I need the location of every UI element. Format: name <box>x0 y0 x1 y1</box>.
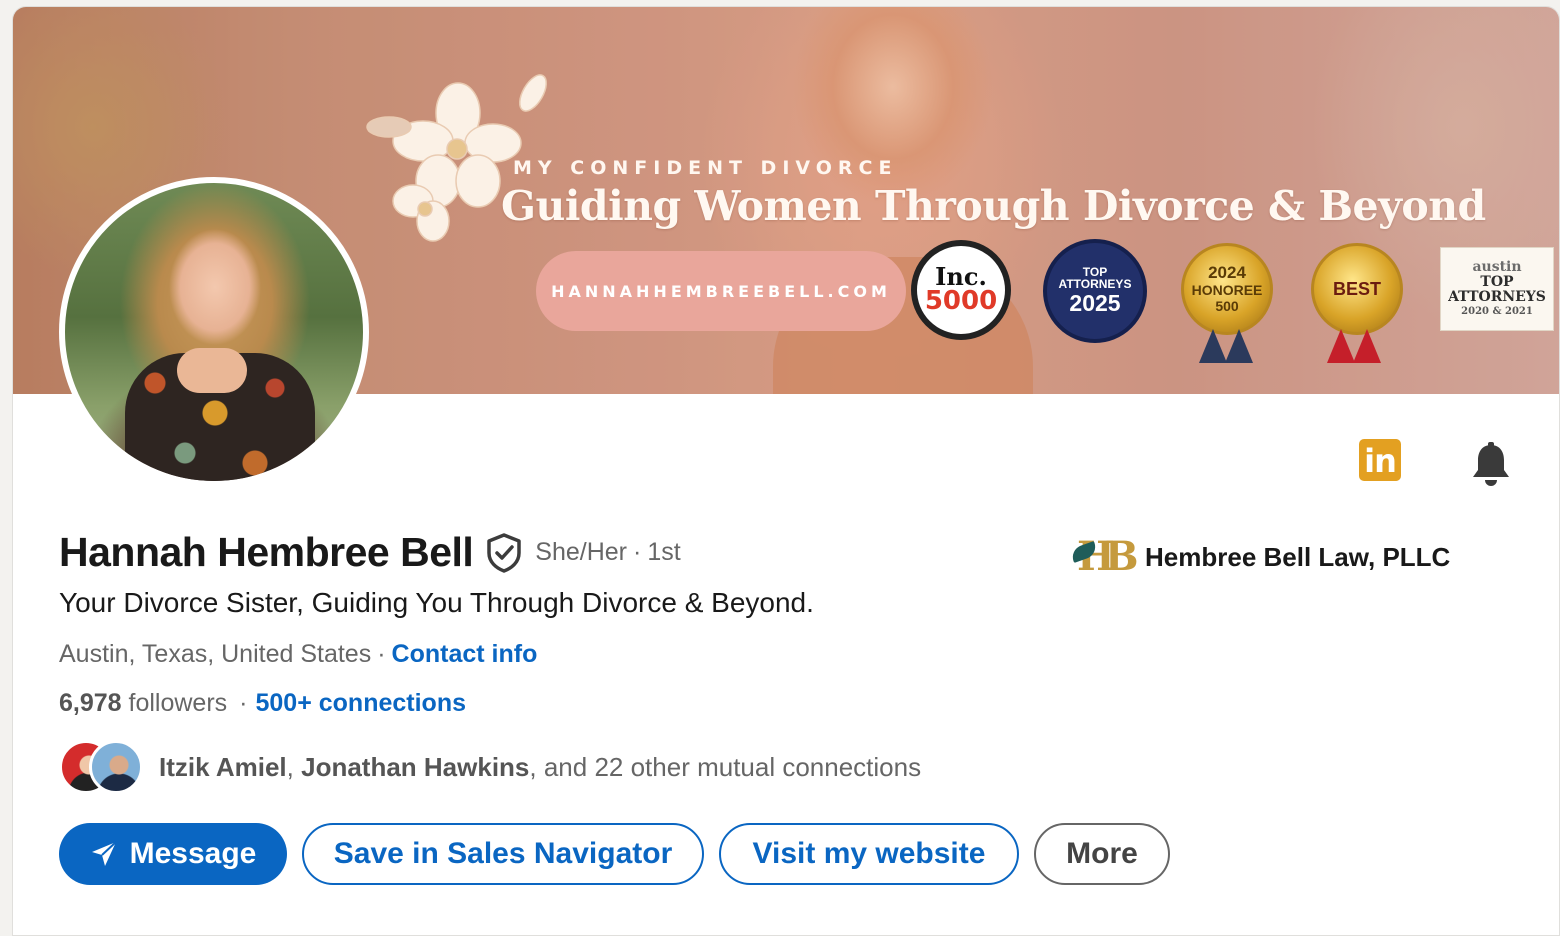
honoree-ribbon-2 <box>1225 329 1253 363</box>
profile-headline: Your Divorce Sister, Guiding You Through… <box>59 587 814 618</box>
profile-name: Hannah Hembree Bell <box>59 529 474 575</box>
message-button[interactable]: Message <box>59 823 287 885</box>
company-logo: HB <box>1069 533 1139 580</box>
inc-badge-line2: 5000 <box>924 286 998 316</box>
banner-title: Guiding Women Through Divorce & Beyond <box>501 182 1486 230</box>
profile-avatar[interactable] <box>59 177 369 487</box>
visit-website-button[interactable]: Visit my website <box>719 823 1019 885</box>
honoree-badge-label: HONOREE <box>1191 282 1263 298</box>
followers-count: 6,978 <box>59 689 122 717</box>
degree-separator: · <box>633 538 642 566</box>
best-ribbon <box>1327 329 1355 363</box>
austin-top-attorneys-badge: austin TOP ATTORNEYS 2020 & 2021 <box>1440 247 1554 331</box>
save-in-sales-navigator-button[interactable]: Save in Sales Navigator <box>302 823 704 885</box>
mutual-connections-row[interactable]: Itzik Amiel, Jonathan Hawkins, and 22 ot… <box>59 740 921 794</box>
top-badge-year: 2025 <box>1069 290 1121 316</box>
stats-separator: · <box>239 689 248 717</box>
mutual-avatars <box>59 740 147 794</box>
message-button-label: Message <box>129 837 257 870</box>
honoree-2024-badge: 2024 HONOREE 500 <box>1181 243 1273 335</box>
austin-badge-line2: TOP <box>1480 274 1514 290</box>
more-button[interactable]: More <box>1034 823 1170 885</box>
mutual-name-1: Itzik Amiel <box>159 751 287 782</box>
top-badge-line2: ATTORNEYS <box>1058 277 1132 291</box>
name-row: Hannah Hembree Bell She/Her · 1st <box>59 529 681 576</box>
send-icon <box>91 841 117 866</box>
profile-pronouns: She/Her <box>535 538 628 566</box>
best-badge-label: BEST <box>1332 279 1381 299</box>
banner-url-pill: HANNAHHEMBREEBELL.COM <box>536 251 906 331</box>
best-ribbon-2 <box>1353 329 1381 363</box>
inc-badge-line1: Inc. <box>935 262 987 291</box>
honoree-badge-sub: 500 <box>1215 298 1239 314</box>
austin-badge-line3: ATTORNEYS <box>1448 289 1546 305</box>
mutual-name-2: Jonathan Hawkins <box>301 751 530 782</box>
followers-label: followers <box>128 689 228 717</box>
best-lawyers-badge: BEST <box>1311 243 1403 335</box>
profile-location: Austin, Texas, United States <box>59 640 372 668</box>
verified-shield-icon[interactable] <box>485 532 523 573</box>
location-separator: · <box>377 640 386 668</box>
contact-info-link[interactable]: Contact info <box>392 640 538 668</box>
profile-card: MY CONFIDENT DIVORCE Guiding Women Throu… <box>12 6 1560 936</box>
top-attorneys-2025-badge: TOP ATTORNEYS 2025 <box>1043 239 1147 343</box>
avatar-hands <box>177 348 247 393</box>
austin-badge-years: 2020 & 2021 <box>1461 306 1533 317</box>
connections-link[interactable]: 500+ connections <box>256 689 467 717</box>
location-row: Austin, Texas, United States · Contact inf… <box>59 640 537 669</box>
honoree-ribbon <box>1199 329 1227 363</box>
honoree-badge-year: 2024 <box>1208 263 1246 282</box>
stats-row: 6,978 followers · 500+ connections <box>59 689 466 718</box>
bell-icon[interactable] <box>1469 441 1513 487</box>
linkedin-premium-icon[interactable]: in <box>1359 439 1401 481</box>
banner-kicker: MY CONFIDENT DIVORCE <box>513 157 898 179</box>
mutual-rest: , and 22 other mutual connections <box>529 751 922 782</box>
inc-5000-badge: Inc. 5000 <box>911 240 1011 340</box>
mutual-comma: , <box>286 751 294 782</box>
austin-badge-line1: austin <box>1472 259 1522 275</box>
current-company[interactable]: HB Hembree Bell Law, PLLC <box>1069 533 1451 580</box>
mutual-connections-text[interactable]: Itzik Amiel, Jonathan Hawkins, and 22 ot… <box>159 752 921 783</box>
company-name: Hembree Bell Law, PLLC <box>1145 541 1451 572</box>
mutual-avatar-jonathan <box>89 740 143 794</box>
connection-degree: 1st <box>647 538 681 566</box>
